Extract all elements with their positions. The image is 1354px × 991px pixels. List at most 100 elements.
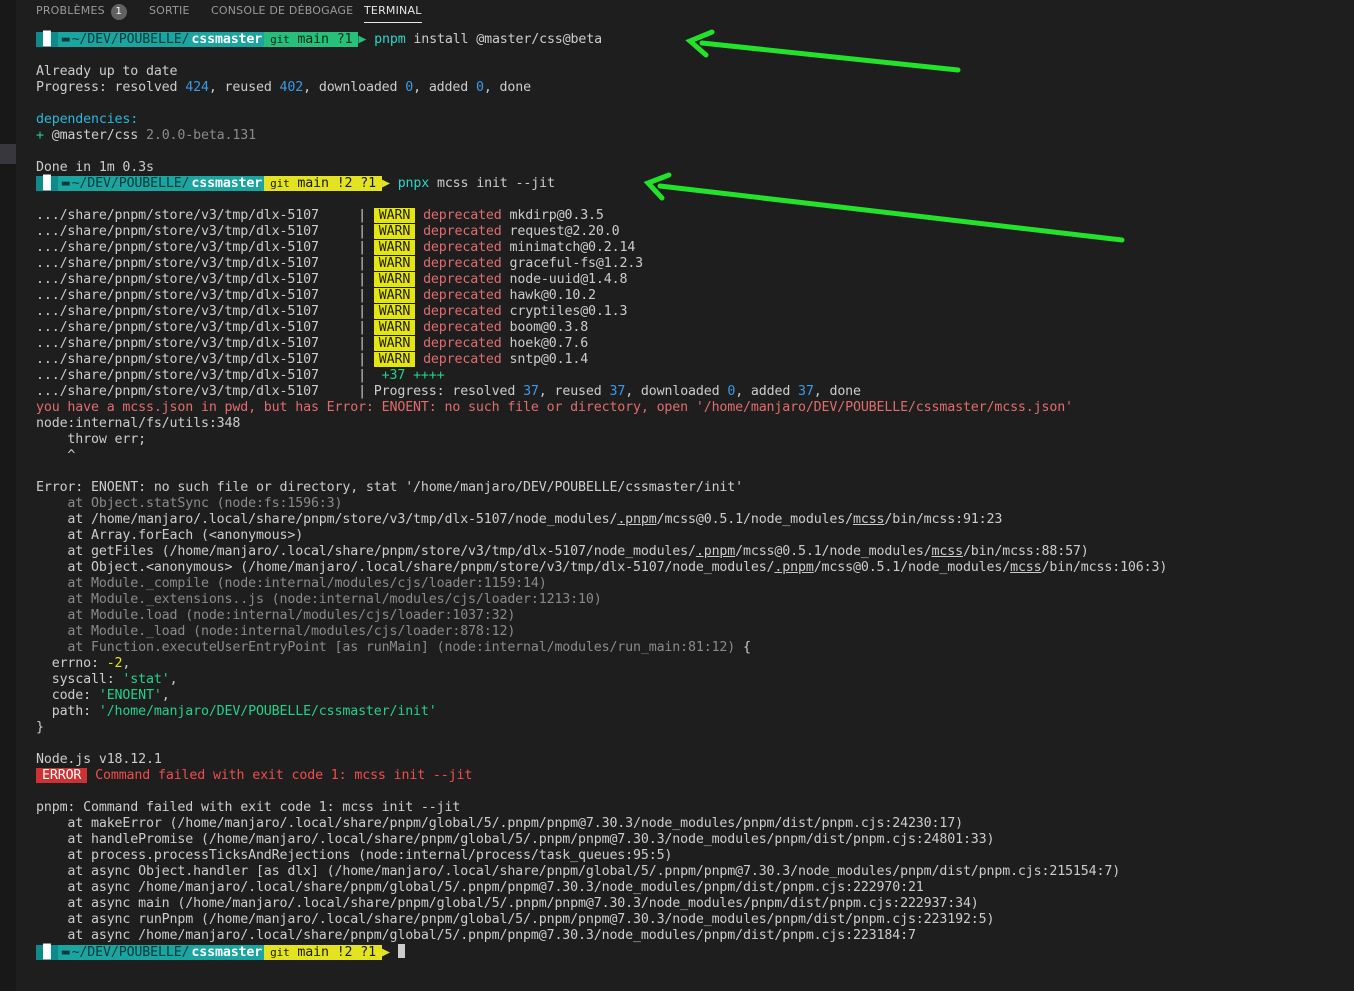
prompt-dir-name: cssmaster: [191, 32, 265, 47]
prompt-git-status: !2 ?1: [336, 176, 376, 191]
text-segment: at /home/manjaro/.local/share/pnpm/store…: [36, 512, 618, 527]
warn-badge: WARN: [373, 272, 416, 287]
prompt-line-2: ▐▌ ▬ ~/DEV/POUBELLE/cssmaster git main !2 ?…: [36, 176, 1346, 192]
text-segment: /bin/mcss:88:57): [962, 544, 1089, 559]
text-segment: syscall:: [36, 672, 123, 687]
pnpm-failed: pnpm: Command failed with exit code 1: m…: [36, 800, 1346, 816]
error-mcss-json: you have a mcss.json in pwd, but has Err…: [36, 400, 1346, 416]
prompt-dir-name: cssmaster: [191, 945, 265, 960]
text-segment: at Module.load (node:internal/modules/cj…: [36, 608, 516, 623]
warn-badge: WARN: [373, 304, 416, 319]
terminal-output[interactable]: ▐▌ ▬ ~/DEV/POUBELLE/cssmaster git main ?1 ▶ …: [36, 32, 1346, 960]
scroll-marker: [0, 144, 16, 164]
panel-tab-bar: PROBLÈMES 1 SORTIE CONSOLE DE DÉBOGAGE TE…: [16, 0, 1354, 24]
activity-strip: [0, 0, 16, 991]
text-segment: at Module._compile (node:internal/module…: [36, 576, 547, 591]
error-throw: throw err;: [36, 432, 1346, 448]
deprecated-label: deprecated: [423, 240, 502, 255]
text-segment: Progress: resolved: [373, 384, 524, 399]
deprecated-label: deprecated: [423, 336, 502, 351]
text-segment: you have a mcss.json in pwd, but has Err…: [36, 400, 1073, 415]
error-main: Error: ENOENT: no such file or directory…: [36, 480, 1346, 496]
text-segment: , added: [413, 80, 476, 95]
prompt-branch: main: [297, 176, 329, 191]
tab-terminal[interactable]: TERMINAL: [364, 0, 422, 23]
stack-line: at async Object.handler [as dlx] (/home/…: [36, 864, 1346, 880]
text-segment: /bin/mcss:91:23: [884, 512, 1003, 527]
terminal-cursor[interactable]: [397, 944, 405, 958]
warn-line: .../share/pnpm/store/v3/tmp/dlx-5107 | W…: [36, 240, 1346, 256]
column-sep: |: [358, 368, 366, 383]
text-segment: , reused: [538, 384, 610, 399]
text-segment: Progress: resolved: [36, 80, 186, 95]
warn-line: .../share/pnpm/store/v3/tmp/dlx-5107 | W…: [36, 208, 1346, 224]
tab-debug-console-label: CONSOLE DE DÉBOGAGE: [211, 4, 354, 17]
tab-output[interactable]: SORTIE: [149, 0, 190, 22]
stack-line: at Object.statSync (node:fs:1596:3): [36, 496, 1346, 512]
prompt-git-status: ?1: [336, 32, 353, 47]
prompt-separator-icon: ▶: [358, 32, 367, 47]
stack-line: at getFiles (/home/manjaro/.local/share/…: [36, 544, 1346, 560]
stack-line: at Object.<anonymous> (/home/manjaro/.lo…: [36, 560, 1346, 576]
warn-badge: WARN: [373, 256, 416, 271]
prompt-host-icon: ▐▌: [36, 32, 58, 47]
install-done: Done in 1m 0.3s: [36, 160, 1346, 176]
dlx-path: .../share/pnpm/store/v3/tmp/dlx-5107: [36, 272, 319, 287]
prompt-dir-prefix: ~/DEV/POUBELLE/: [71, 176, 192, 191]
text-segment: ^: [36, 448, 76, 463]
tab-problems[interactable]: PROBLÈMES 1: [36, 0, 127, 22]
text-segment: ,: [161, 688, 170, 703]
deprecated-label: deprecated: [423, 272, 502, 287]
column-sep: |: [358, 240, 366, 255]
stack-line: at handlePromise (/home/manjaro/.local/s…: [36, 832, 1346, 848]
dlx-path: .../share/pnpm/store/v3/tmp/dlx-5107: [36, 208, 319, 223]
downloaded-count: 0: [727, 384, 736, 399]
text-segment: throw err;: [36, 432, 146, 447]
column-sep: |: [358, 272, 366, 287]
text-segment: }: [36, 720, 44, 735]
text-segment: , reused: [208, 80, 280, 95]
warn-badge: WARN: [373, 320, 416, 335]
folder-icon: ▬: [57, 32, 72, 47]
stack-line: at Array.forEach (<anonymous>): [36, 528, 1346, 544]
column-sep: |: [358, 336, 366, 351]
tab-debug-console[interactable]: CONSOLE DE DÉBOGAGE: [211, 0, 353, 22]
text-segment: at process.processTicksAndRejections (no…: [36, 848, 673, 863]
deprecated-package: hawk@0.10.2: [509, 288, 597, 303]
underlined-segment: mcss: [1010, 560, 1042, 575]
prompt-separator-icon: ▶: [381, 176, 390, 191]
stack-line: at /home/manjaro/.local/share/pnpm/store…: [36, 512, 1346, 528]
dlx-progress: .../share/pnpm/store/v3/tmp/dlx-5107 | P…: [36, 384, 1346, 400]
problems-count-badge: 1: [110, 4, 127, 20]
deprecated-label: deprecated: [423, 256, 502, 271]
dlx-path: .../share/pnpm/store/v3/tmp/dlx-5107: [36, 384, 319, 399]
text-segment: dependencies:: [36, 112, 139, 127]
dlx-path: .../share/pnpm/store/v3/tmp/dlx-5107: [36, 304, 319, 319]
tab-terminal-label: TERMINAL: [364, 4, 422, 17]
text-segment: {: [735, 640, 751, 655]
git-branch-icon: git: [270, 33, 290, 46]
stack-line: at async /home/manjaro/.local/share/pnpm…: [36, 928, 1346, 944]
warn-line: .../share/pnpm/store/v3/tmp/dlx-5107 | W…: [36, 352, 1346, 368]
text-segment: , added: [735, 384, 799, 399]
text-segment: /mcss@0.5.1/node_modules/: [735, 544, 932, 559]
column-sep: |: [358, 320, 366, 335]
text-segment: ,: [122, 656, 131, 671]
command-2-bin: pnpx: [397, 176, 430, 191]
text-segment: path:: [36, 704, 99, 719]
warn-line: .../share/pnpm/store/v3/tmp/dlx-5107 | W…: [36, 288, 1346, 304]
warn-line: .../share/pnpm/store/v3/tmp/dlx-5107 | W…: [36, 336, 1346, 352]
resolved-count: 424: [185, 80, 209, 95]
dlx-path: .../share/pnpm/store/v3/tmp/dlx-5107: [36, 320, 319, 335]
install-up-to-date: Already up to date: [36, 64, 1346, 80]
command-2-args: mcss init --jit: [429, 176, 555, 191]
error-badge: ERROR: [36, 768, 88, 783]
deprecated-label: deprecated: [423, 208, 502, 223]
prompt-dir-prefix: ~/DEV/POUBELLE/: [71, 945, 192, 960]
warn-line: .../share/pnpm/store/v3/tmp/dlx-5107 | W…: [36, 304, 1346, 320]
git-branch-icon: git: [270, 177, 290, 190]
column-sep: |: [358, 288, 366, 303]
install-progress: Progress: resolved 424, reused 402, down…: [36, 80, 1346, 96]
